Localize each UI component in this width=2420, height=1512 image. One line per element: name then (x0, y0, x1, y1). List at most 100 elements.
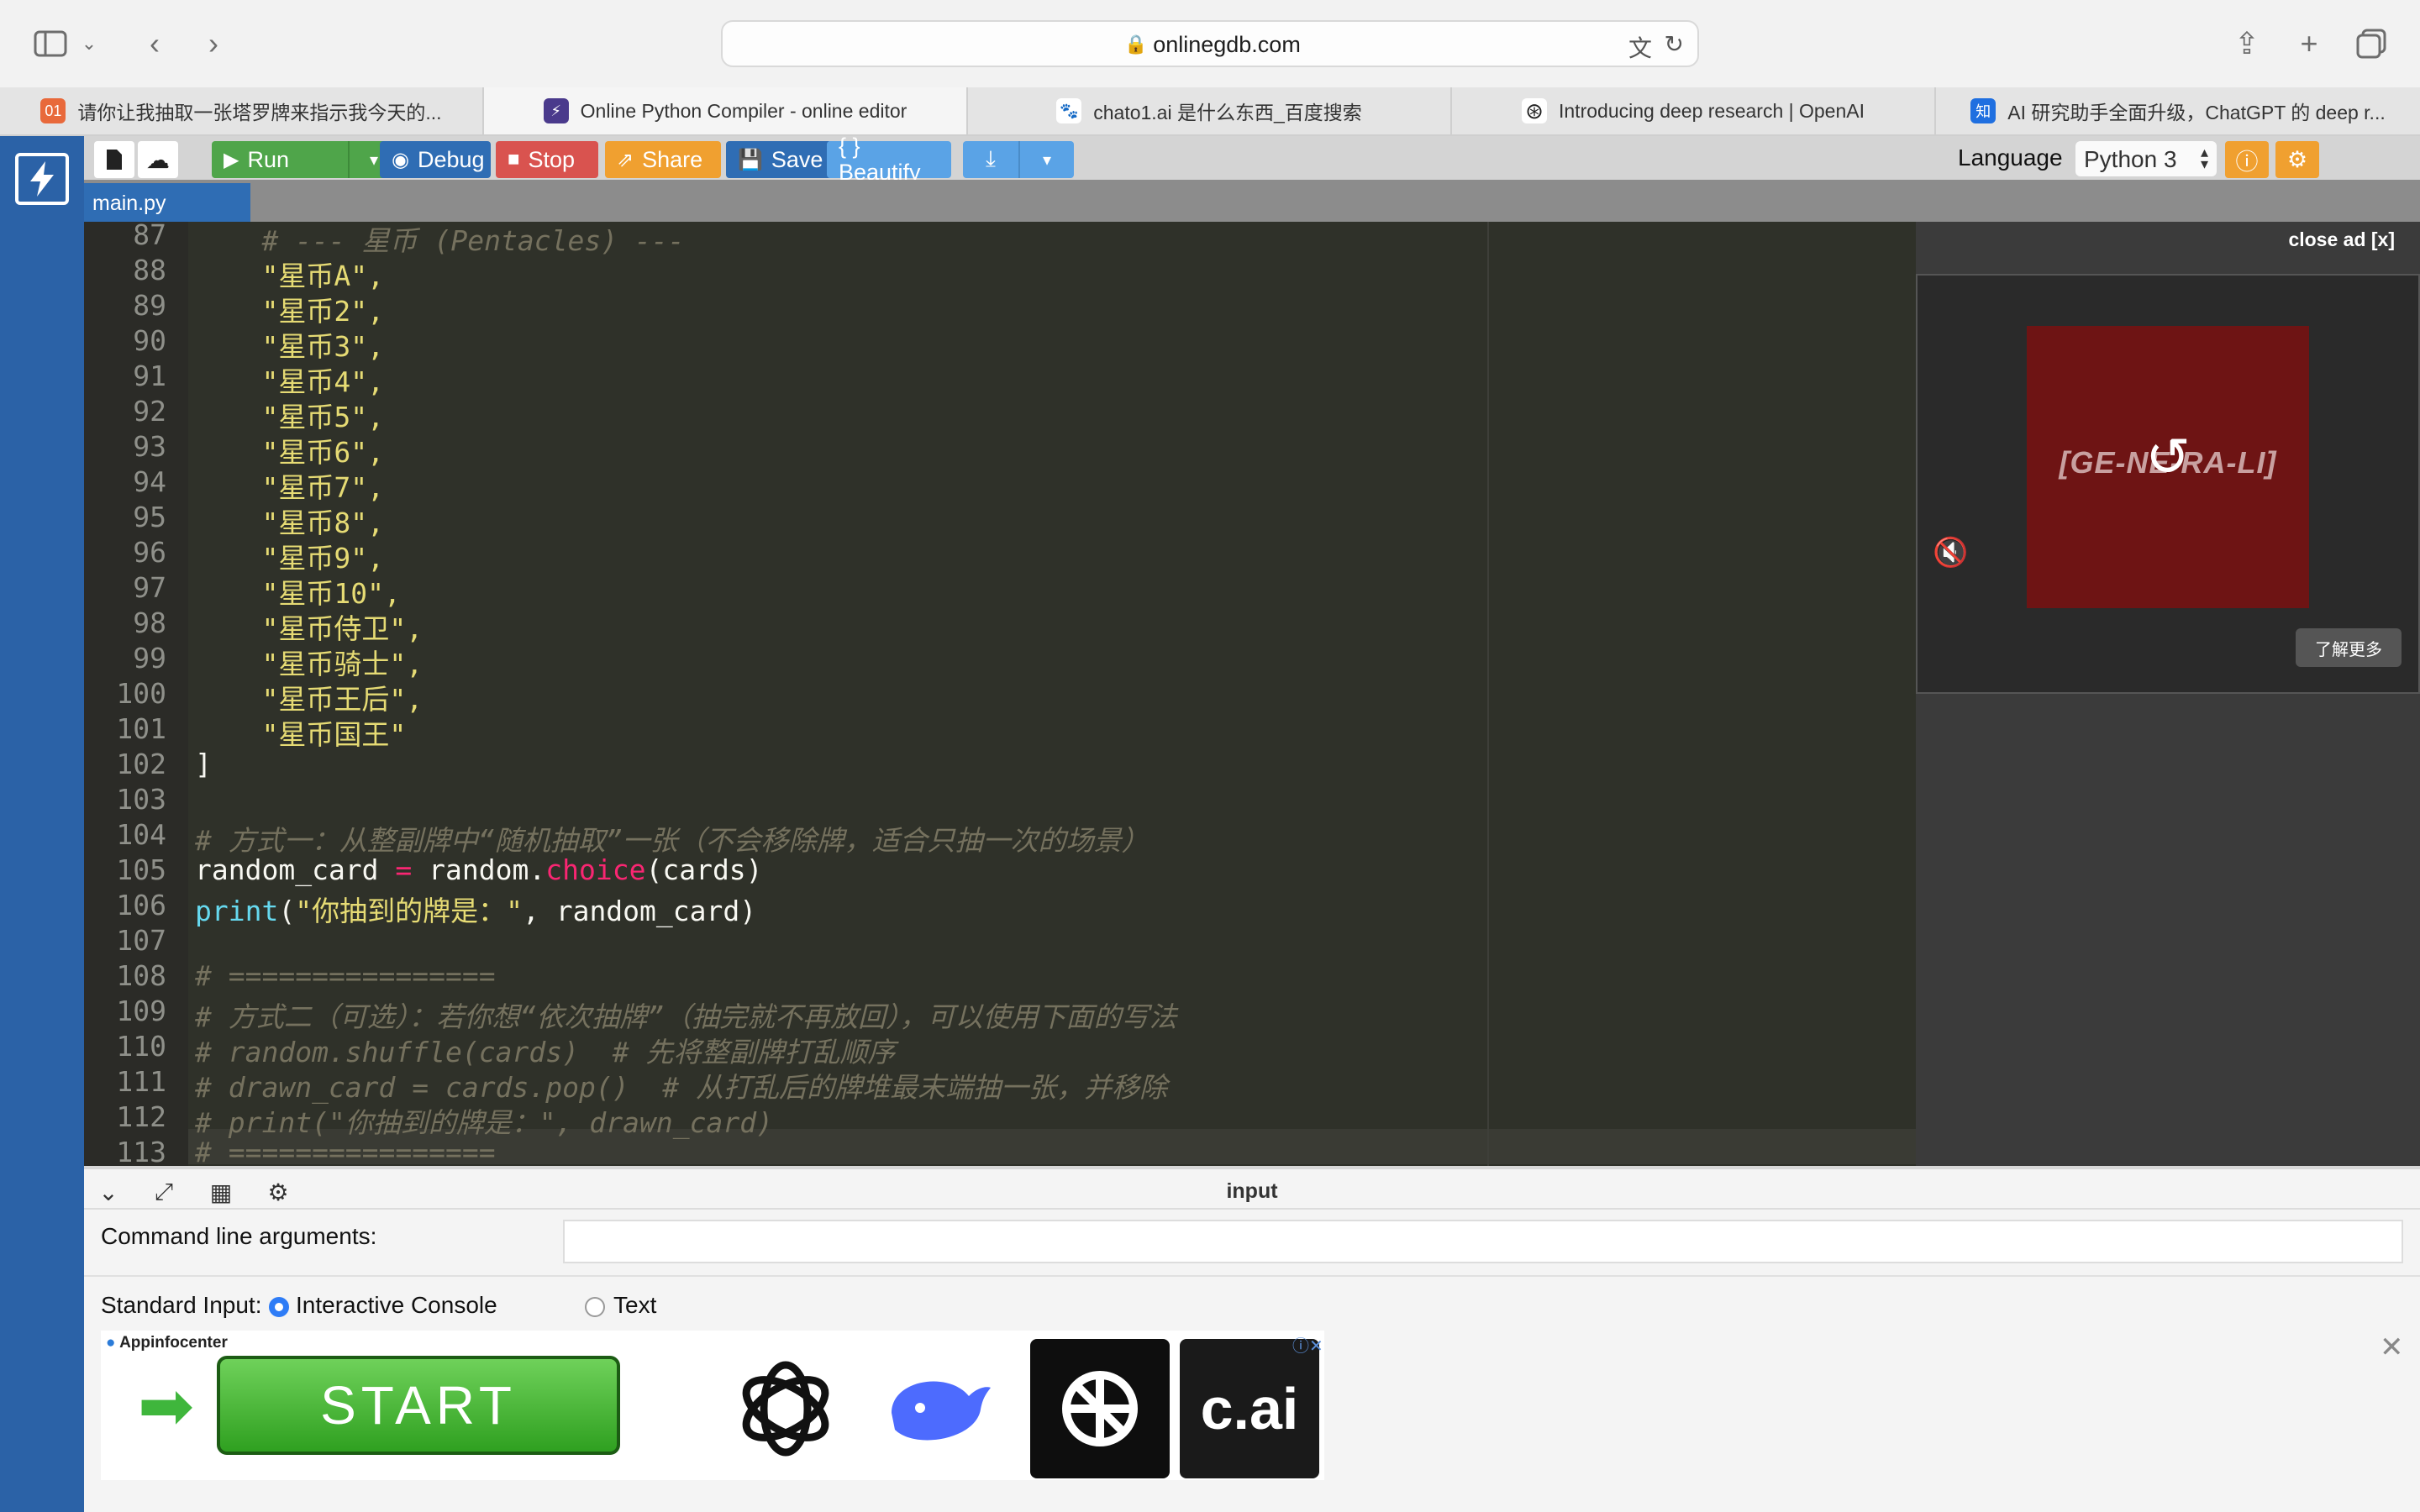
ad-brand-label: ● Appinfocenter (106, 1334, 228, 1352)
divider (84, 1275, 2420, 1277)
line-number: 92 (133, 395, 166, 428)
line-number: 111 (116, 1065, 166, 1098)
radio-interactive-console[interactable] (269, 1297, 289, 1317)
ad-video-frame[interactable]: [GE-NE-RA-LI] ↺ (2027, 326, 2309, 608)
upload-icon[interactable]: ☁ (138, 141, 178, 178)
line-number: 112 (116, 1100, 166, 1133)
info-icon[interactable]: ⓘ (2225, 141, 2269, 178)
line-number: 88 (133, 254, 166, 286)
close-ad-link[interactable]: close ad [x] (2288, 228, 2395, 251)
play-icon: ▶ (224, 148, 239, 171)
cmd-args-label: Command line arguments: (101, 1223, 377, 1249)
line-number: 108 (116, 959, 166, 992)
line-number: 91 (133, 360, 166, 392)
arrow-right-icon: ➡ (138, 1368, 195, 1443)
banner-ad[interactable]: ● Appinfocenter ➡ START c.ai ⓘ✕ (101, 1331, 1324, 1480)
line-number: 96 (133, 536, 166, 569)
select-arrows-icon: ▴ ▾ (2200, 144, 2208, 172)
onlinegdb-logo-icon[interactable] (15, 153, 69, 205)
tab-label: Online Python Compiler - online editor (580, 99, 908, 122)
replay-icon[interactable]: ↺ (2141, 430, 2195, 484)
reload-icon[interactable]: ↻ (1665, 30, 1684, 58)
forward-icon[interactable]: › (193, 24, 234, 64)
code-line: "星币国王" (195, 718, 407, 751)
file-tab-bar: main.py (84, 180, 2420, 222)
new-tab-icon[interactable]: + (2289, 24, 2329, 64)
browser-tab-openai[interactable]: ⊛ Introducing deep research | OpenAI (1452, 87, 1936, 134)
stdin-label: Standard Input: (101, 1292, 262, 1318)
stop-button[interactable]: ■ Stop (496, 141, 598, 178)
run-label: Run (247, 146, 289, 172)
code-line: "星币8", (195, 507, 384, 539)
code-token: "你抽到的牌是：" (295, 895, 523, 927)
line-number: 98 (133, 606, 166, 639)
browser-tab-baidu[interactable]: 🐾 chato1.ai 是什么东西_百度搜索 (968, 87, 1452, 134)
code-token: = (395, 853, 413, 886)
video-ad[interactable]: [GE-NE-RA-LI] ↺ 🔇 了解更多 (1916, 274, 2420, 694)
browser-tab-zhihu[interactable]: 知 AI 研究助手全面升级，ChatGPT 的 deep r... (1936, 87, 2420, 134)
ad-panel: close ad [x] [GE-NE-RA-LI] ↺ 🔇 了解更多 (1916, 222, 2420, 1166)
openai-logo-icon[interactable] (716, 1339, 855, 1478)
code-line: "星币3", (195, 330, 384, 363)
expand-icon[interactable]: ⤢ (150, 1178, 178, 1206)
share-icon[interactable]: ⇪ (2227, 24, 2267, 64)
code-line: "星币9", (195, 542, 384, 575)
cmd-args-input[interactable] (563, 1220, 2403, 1263)
code-token: ( (278, 895, 296, 927)
run-button[interactable]: ▶ Run ▾ (212, 141, 398, 178)
layout-icon[interactable]: ▦ (207, 1178, 235, 1206)
address-bar[interactable]: 🔒 onlinegdb.com 文 ↻ (721, 20, 1699, 67)
new-file-icon[interactable] (94, 141, 134, 178)
learn-more-button[interactable]: 了解更多 (2296, 628, 2402, 667)
language-select[interactable]: Python 3 ▴ ▾ (2075, 141, 2217, 176)
share-button[interactable]: ⇗ Share (605, 141, 721, 178)
tab-label: Introducing deep research | OpenAI (1559, 99, 1865, 122)
start-ad-button[interactable]: START (217, 1356, 620, 1455)
perplexity-logo-icon[interactable] (1030, 1339, 1170, 1478)
sidebar-toggle-icon[interactable] (30, 24, 71, 64)
line-number: 100 (116, 677, 166, 710)
mute-icon[interactable]: 🔇 (1933, 536, 1968, 570)
tab-overview-icon[interactable] (2351, 24, 2391, 64)
stop-icon: ■ (508, 148, 520, 171)
close-banner-icon[interactable]: ✕ (2380, 1331, 2404, 1364)
browser-toolbar: ⌄ ‹ › 🔒 onlinegdb.com 文 ↻ ⇪ + (0, 0, 2420, 87)
openai-favicon-icon: ⊛ (1522, 98, 1547, 123)
code-line: "星币骑士", (195, 648, 424, 680)
line-number: 87 (133, 222, 166, 251)
settings-gear-icon[interactable]: ⚙ (2275, 141, 2319, 178)
line-number: 104 (116, 818, 166, 851)
save-button[interactable]: 💾 Save (726, 141, 832, 178)
code-line: "星币7", (195, 471, 384, 504)
stop-label: Stop (528, 146, 576, 172)
back-icon[interactable]: ‹ (134, 24, 175, 64)
line-number: 102 (116, 748, 166, 780)
code-line: "星币10", (195, 577, 401, 610)
code-token: random. (412, 853, 546, 886)
code-line: "星币6", (195, 436, 384, 469)
collapse-chevron-icon[interactable]: ⌄ (94, 1178, 123, 1206)
deepseek-whale-icon[interactable] (871, 1339, 1010, 1478)
browser-tab-onlinegdb[interactable]: ⚡ Online Python Compiler - online editor (484, 87, 968, 134)
code-line: print("你抽到的牌是：", random_card) (195, 889, 756, 929)
ad-choices-close-icon[interactable]: ⓘ✕ (1292, 1332, 1323, 1356)
radio-text[interactable] (585, 1297, 605, 1317)
translate-icon[interactable]: 文 (1628, 30, 1652, 64)
code-line: # 方式一：从整副牌中“随机抽取”一张（不会移除牌，适合只抽一次的场景） (195, 824, 1150, 857)
code-line: random_card = random.choice(cards) (195, 853, 763, 886)
line-number: 89 (133, 289, 166, 322)
chevron-down-icon[interactable]: ⌄ (77, 24, 101, 64)
file-tab-main-py[interactable]: main.py (84, 183, 250, 222)
character-ai-tile[interactable]: c.ai (1180, 1339, 1319, 1478)
download-dropdown-icon[interactable]: ▾ (1018, 141, 1074, 178)
beautify-button[interactable]: { } Beautify (827, 134, 951, 185)
io-settings-gear-icon[interactable]: ⚙ (264, 1178, 292, 1206)
baidu-favicon-icon: 🐾 (1056, 98, 1082, 123)
download-button[interactable]: ⤓ ▾ (963, 141, 1074, 178)
line-number: 90 (133, 324, 166, 357)
code-token: choice (545, 853, 646, 886)
debug-button[interactable]: ◉ Debug (380, 141, 491, 178)
code-editor[interactable]: 87 88 89 90 91 92 93 94 95 96 97 98 99 100 101 102 103 10… (84, 222, 1916, 1166)
browser-tab-tarot[interactable]: 01 请你让我抽取一张塔罗牌来指示我今天的... (0, 87, 484, 134)
download-icon: ⤓ (986, 146, 996, 171)
